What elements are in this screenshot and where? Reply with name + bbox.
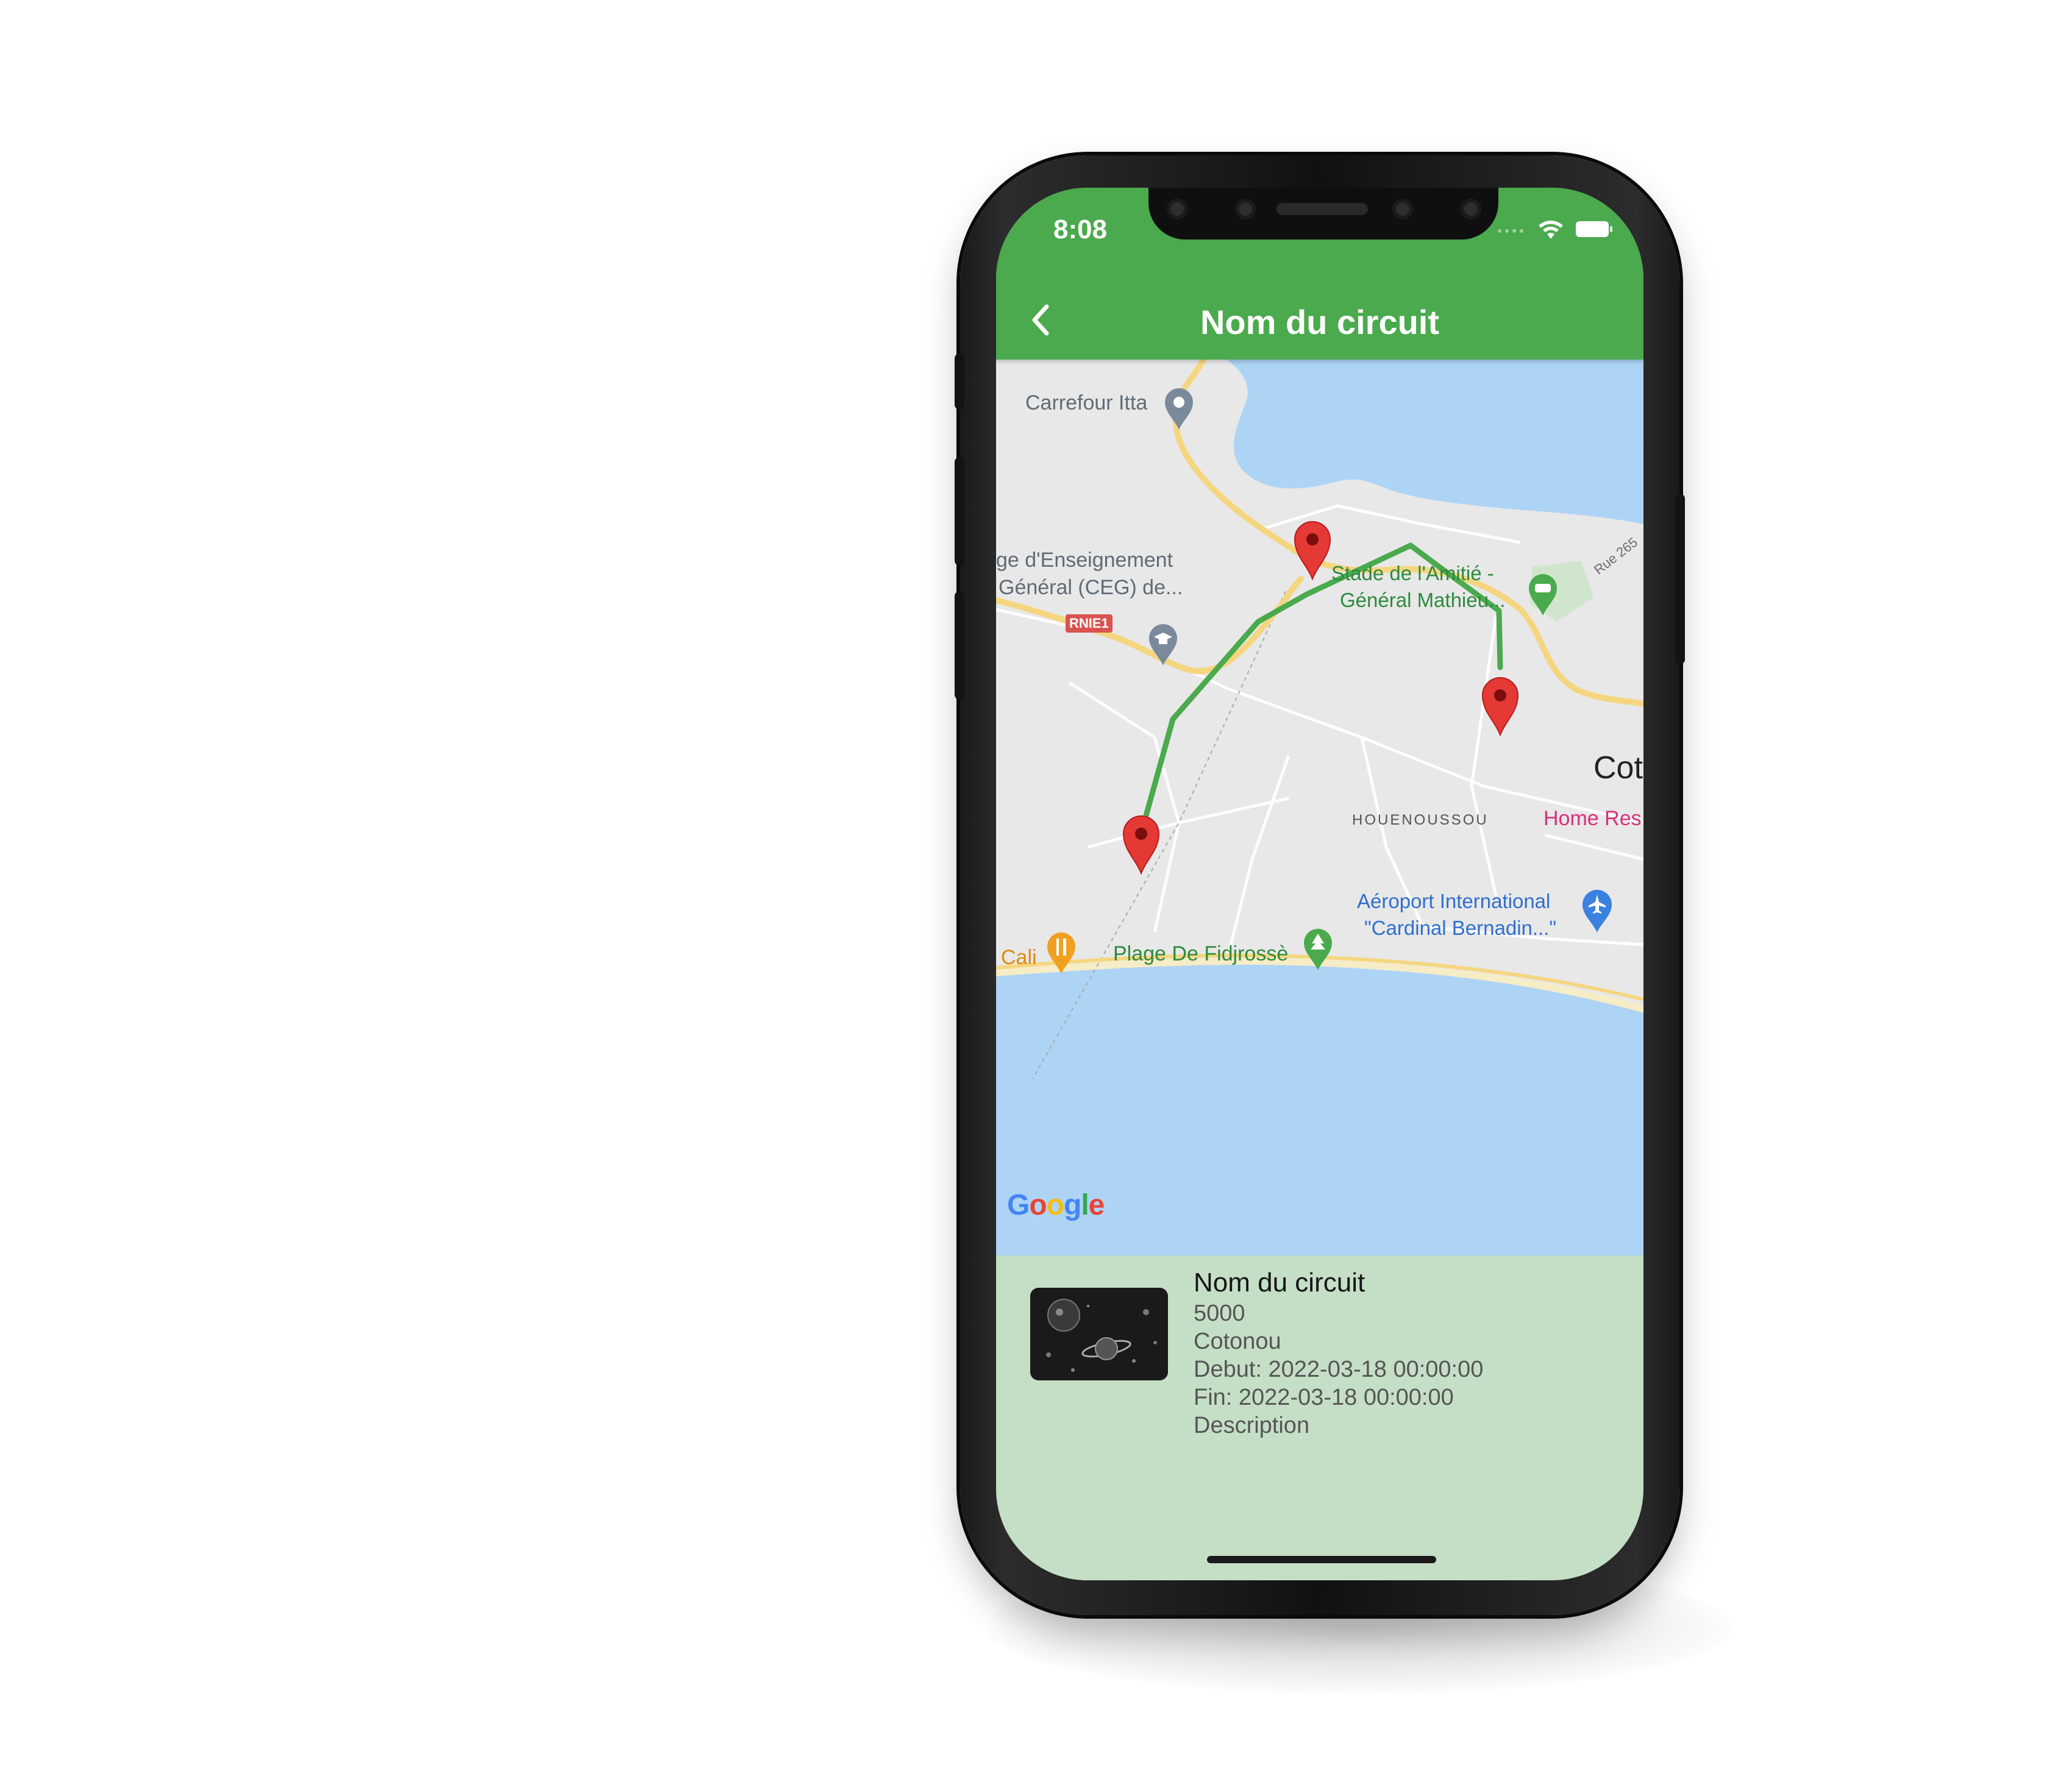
airport-poi-icon[interactable] [1580, 887, 1614, 934]
map-label-stade: Général Mathieu... [1340, 589, 1506, 611]
map-label-airport: "Cardinal Bernadin..." [1364, 917, 1557, 939]
map-label-airport: Aéroport International [1357, 890, 1551, 912]
circuit-details: Nom du circuit 5000 Cotonou Debut: 2022-… [1194, 1266, 1483, 1440]
status-time: 8:08 [1053, 215, 1108, 244]
map-label-district: HOUENOUSSOU [1352, 812, 1489, 828]
stadium-poi-icon[interactable] [1526, 572, 1559, 617]
circuit-title: Nom du circuit [1194, 1268, 1365, 1298]
sensor-icon [1392, 199, 1413, 219]
map-label-hotel: Home Res [1543, 807, 1642, 830]
volume-down-button [955, 591, 964, 700]
circuit-description: Description [1194, 1413, 1310, 1438]
map-label-restaurant: Cali [1001, 946, 1037, 969]
mute-switch [955, 353, 964, 410]
map-view[interactable]: Carrefour Itta ge d'Enseignement Général… [996, 360, 1643, 1255]
camera-icon [1235, 199, 1256, 219]
park-poi-icon[interactable] [1301, 926, 1334, 971]
route-marker-pin[interactable] [1121, 814, 1161, 875]
map-label-beach: Plage De Fidjrossè [1113, 942, 1289, 965]
lagoon-water [1226, 360, 1643, 524]
route-marker-pin[interactable] [1480, 675, 1520, 736]
school-poi-icon[interactable] [1147, 622, 1180, 667]
sensor-icon [1461, 199, 1481, 219]
power-button [1675, 494, 1685, 664]
page-title: Nom du circuit [1200, 303, 1440, 341]
restaurant-poi-icon[interactable] [1045, 930, 1078, 975]
wifi-icon [1539, 221, 1563, 239]
circuit-thumbnail [1030, 1288, 1168, 1380]
circuit-price: 5000 [1194, 1301, 1245, 1326]
app-screen: 8:08 Nom du circuit Carrefour Itta ge d'… [996, 188, 1643, 1580]
space-artwork-image [1030, 1288, 1168, 1380]
location-poi-icon[interactable] [1162, 386, 1195, 431]
map-label-stade: Stade de l'Amitié - [1331, 562, 1494, 584]
map-label-ceg: ge d'Enseignement [996, 549, 1173, 572]
circuit-end-date: Fin: 2022-03-18 00:00:00 [1194, 1385, 1454, 1410]
road-shield-rnie1: RNIE1 [1066, 614, 1113, 633]
battery-icon [1576, 221, 1612, 237]
app-bar: Nom du circuit [996, 279, 1643, 360]
map-label-city: Cot [1593, 750, 1643, 786]
google-attribution: Google [1007, 1189, 1105, 1221]
sensor-icon [1167, 199, 1187, 219]
status-bar: 8:08 [996, 188, 1643, 279]
earpiece-speaker [1276, 203, 1368, 215]
map-label-carrefour: Carrefour Itta [1025, 391, 1148, 414]
notch [1148, 188, 1498, 240]
circuit-start-date: Debut: 2022-03-18 00:00:00 [1194, 1357, 1484, 1382]
route-marker-pin[interactable] [1292, 519, 1333, 580]
map-label-ceg: Général (CEG) de... [999, 576, 1183, 599]
home-indicator[interactable] [1207, 1556, 1436, 1563]
volume-up-button [955, 457, 964, 566]
circuit-city: Cotonou [1194, 1329, 1281, 1354]
circuit-info-card[interactable]: Nom du circuit 5000 Cotonou Debut: 2022-… [1002, 1260, 1637, 1580]
signal-icon [1498, 229, 1523, 233]
status-icons [1497, 218, 1613, 240]
